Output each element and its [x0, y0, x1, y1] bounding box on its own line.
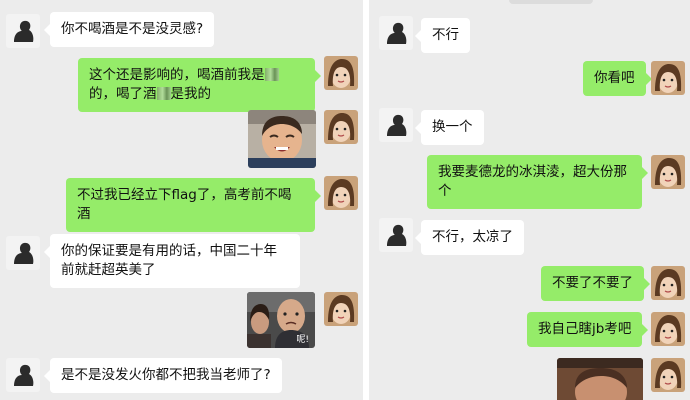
silhouette-avatar-icon [379, 218, 413, 252]
girl-photo-avatar-icon [324, 56, 358, 90]
message-bubble-outgoing[interactable]: 这个还是影响的，喝酒前我是 的，喝了酒 是我的 [78, 58, 321, 112]
message-bubble-incoming[interactable]: 不行，太凉了 [415, 220, 524, 255]
silhouette-avatar-icon [6, 14, 40, 48]
user-avatar[interactable] [651, 266, 685, 300]
contact-avatar[interactable] [379, 16, 413, 50]
censor-blur [264, 68, 279, 81]
user-avatar[interactable] [651, 155, 685, 189]
censor-blur [156, 87, 171, 100]
partial-photo-image [557, 358, 643, 400]
girl-photo-avatar-icon [651, 61, 685, 95]
message-text: 这个还是影响的，喝酒前我是 [89, 67, 265, 83]
silhouette-avatar-icon [6, 358, 40, 392]
laughing-baby-sticker[interactable] [248, 110, 316, 168]
girl-photo-avatar-icon [324, 292, 358, 326]
user-avatar[interactable] [324, 176, 358, 210]
message-bubble-incoming[interactable]: 不行 [415, 18, 470, 53]
contact-avatar[interactable] [379, 108, 413, 142]
contact-avatar[interactable] [6, 14, 40, 48]
sticker-caption: 呢! [296, 335, 309, 345]
silhouette-avatar-icon [379, 108, 413, 142]
user-avatar[interactable] [324, 56, 358, 90]
girl-photo-avatar-icon [651, 266, 685, 300]
message-bubble-incoming[interactable]: 换一个 [415, 110, 484, 145]
partial-photo-sticker[interactable] [557, 358, 643, 400]
chat-panel-right[interactable]: 不行 你看吧 换一个 我要麦德龙的冰淇淩，超大份那个 不行，太凉了 不要了不要了… [369, 0, 690, 400]
message-bubble-outgoing[interactable]: 不要了不要了 [541, 266, 650, 301]
message-text: 是我的 [170, 86, 212, 102]
girl-photo-avatar-icon [324, 110, 358, 144]
girl-photo-avatar-icon [651, 155, 685, 189]
user-avatar[interactable] [651, 358, 685, 392]
user-avatar[interactable] [651, 312, 685, 346]
girl-photo-avatar-icon [651, 358, 685, 392]
message-bubble-incoming[interactable]: 你不喝酒是不是没灵感? [43, 12, 215, 47]
message-bubble-outgoing[interactable]: 不过我已经立下flag了，高考前不喝酒 [66, 178, 321, 232]
user-avatar[interactable] [651, 61, 685, 95]
bald-man-meme-sticker[interactable]: 呢! [247, 292, 315, 348]
contact-avatar[interactable] [379, 218, 413, 252]
message-bubble-incoming[interactable]: 是不是没发火你都不把我当老师了? [44, 358, 282, 393]
message-bubble-outgoing[interactable]: 你看吧 [583, 61, 651, 96]
user-avatar[interactable] [324, 292, 358, 326]
silhouette-avatar-icon [6, 236, 40, 270]
message-bubble-incoming[interactable]: 你的保证要是有用的话，中国二十年前就赶超英美了 [44, 234, 300, 288]
message-bubble-outgoing[interactable]: 我自己瞎jb考吧 [527, 312, 649, 347]
message-bubble-outgoing[interactable]: 我要麦德龙的冰淇淩，超大份那个 [427, 155, 648, 209]
girl-photo-avatar-icon [651, 312, 685, 346]
user-avatar[interactable] [324, 110, 358, 144]
laughing-baby-image [248, 110, 316, 168]
silhouette-avatar-icon [379, 16, 413, 50]
contact-avatar[interactable] [6, 236, 40, 270]
timestamp-pill [509, 0, 593, 4]
message-text: 的，喝了酒 [89, 86, 157, 102]
contact-avatar[interactable] [6, 358, 40, 392]
chat-panel-left[interactable]: 你不喝酒是不是没灵感? 这个还是影响的，喝酒前我是 的，喝了酒 是我的 不过我已… [0, 0, 363, 400]
girl-photo-avatar-icon [324, 176, 358, 210]
